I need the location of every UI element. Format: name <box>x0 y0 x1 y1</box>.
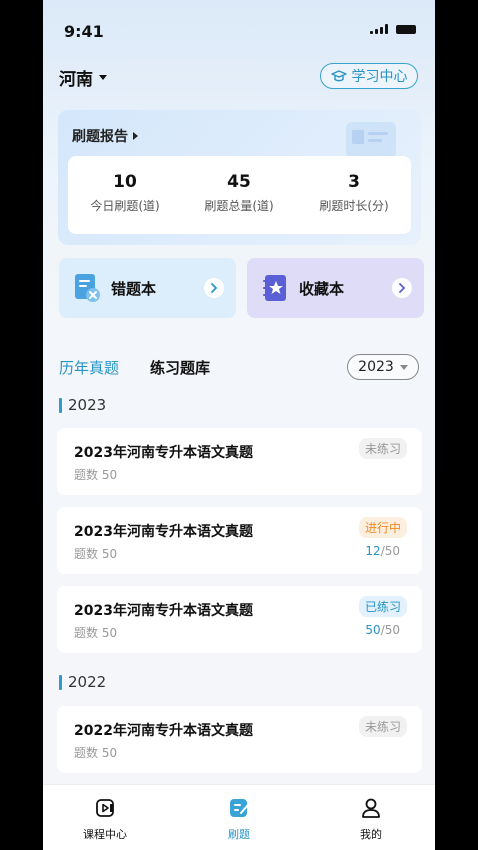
year-select-value: 2023 <box>358 359 394 375</box>
year-marker <box>59 397 62 413</box>
wrong-questions-book-button[interactable]: 错题本 <box>59 258 236 318</box>
chevron-right-icon <box>204 278 224 298</box>
person-icon <box>362 798 380 818</box>
stat-today-label: 今日刷题(道) <box>90 199 160 213</box>
favorites-book-label: 收藏本 <box>299 279 345 298</box>
year-select[interactable]: 2023 <box>347 354 419 380</box>
progress-done: 50 <box>365 623 381 637</box>
progress-total: /50 <box>380 623 400 637</box>
stat-total-value: 45 <box>227 172 251 192</box>
year-group-label: 2023 <box>68 396 107 414</box>
video-icon <box>96 799 114 817</box>
stat-duration: 3 刷题时长(分) <box>297 172 411 214</box>
phone-screen: 9:41 河南 学习中心 刷题报告 10 今日刷题(道) 45 刷题总量(道) … <box>43 0 435 850</box>
year-group-label: 2022 <box>68 673 107 691</box>
tab-practice-bank[interactable]: 练习题库 <box>150 357 210 378</box>
favorites-book-icon <box>263 275 286 301</box>
exam-title: 2022年河南专升本语文真题 <box>74 723 253 739</box>
report-title-label: 刷题报告 <box>72 129 128 145</box>
exam-list-item[interactable]: 2023年河南专升本语文真题 题数 50 进行中 12/50 <box>57 507 422 574</box>
caret-down-icon <box>399 364 408 370</box>
progress-total: /50 <box>380 544 400 558</box>
wrong-book-icon <box>75 274 100 302</box>
edit-note-icon <box>230 799 248 817</box>
exam-question-count: 题数 50 <box>74 468 118 482</box>
exam-list-item[interactable]: 2023年河南专升本语文真题 题数 50 已练习 50/50 <box>57 586 422 653</box>
status-time: 9:41 <box>64 22 104 41</box>
region-label: 河南 <box>59 70 93 90</box>
stat-duration-label: 刷题时长(分) <box>319 199 389 213</box>
exam-progress: 12/50 <box>365 544 400 558</box>
battery-icon <box>396 25 416 34</box>
exam-progress: 50/50 <box>365 623 400 637</box>
stat-today-value: 10 <box>113 172 137 192</box>
status-badge: 未练习 <box>358 438 407 459</box>
favorites-book-button[interactable]: 收藏本 <box>247 258 424 318</box>
progress-done: 12 <box>365 544 381 558</box>
report-card[interactable]: 刷题报告 10 今日刷题(道) 45 刷题总量(道) 3 刷题时长(分) <box>58 110 421 245</box>
learning-center-button[interactable]: 学习中心 <box>320 63 418 89</box>
stat-total: 45 刷题总量(道) <box>182 172 296 214</box>
exam-question-count: 题数 50 <box>74 626 118 640</box>
exam-question-count: 题数 50 <box>74 547 118 561</box>
exam-question-count: 题数 50 <box>74 746 118 760</box>
signal-icon <box>370 24 390 34</box>
stat-total-label: 刷题总量(道) <box>204 199 274 213</box>
exam-title: 2023年河南专升本语文真题 <box>74 445 253 461</box>
year-group-header: 2023 <box>59 396 106 414</box>
graduation-cap-icon <box>330 70 347 82</box>
nav-practice-label: 刷题 <box>228 828 250 841</box>
bottom-navigation: 课程中心 刷题 我的 <box>43 784 435 850</box>
exam-title: 2023年河南专升本语文真题 <box>74 524 253 540</box>
wrong-book-label: 错题本 <box>111 279 157 298</box>
triangle-right-icon <box>133 132 138 140</box>
nav-mine-label: 我的 <box>360 828 382 841</box>
nav-courses[interactable]: 课程中心 <box>65 797 145 842</box>
learning-center-label: 学习中心 <box>351 69 408 85</box>
nav-mine[interactable]: 我的 <box>331 797 411 842</box>
caret-down-icon <box>99 75 107 80</box>
year-marker <box>59 674 62 690</box>
stat-today: 10 今日刷题(道) <box>68 172 182 214</box>
year-group-header: 2022 <box>59 673 106 691</box>
exam-title: 2023年河南专升本语文真题 <box>74 603 253 619</box>
exam-list-item[interactable]: 2023年河南专升本语文真题 题数 50 未练习 <box>57 428 422 495</box>
nav-courses-label: 课程中心 <box>83 828 127 841</box>
chevron-right-icon <box>392 278 412 298</box>
stat-duration-value: 3 <box>348 172 360 192</box>
report-title[interactable]: 刷题报告 <box>72 126 138 146</box>
region-selector[interactable]: 河南 <box>59 65 107 90</box>
tab-past-exams[interactable]: 历年真题 <box>59 357 119 378</box>
status-badge: 进行中 <box>358 517 407 538</box>
status-badge: 未练习 <box>358 716 407 737</box>
exam-list-item[interactable]: 2022年河南专升本语文真题 题数 50 未练习 <box>57 706 422 773</box>
status-badge: 已练习 <box>358 596 407 617</box>
report-stats: 10 今日刷题(道) 45 刷题总量(道) 3 刷题时长(分) <box>68 156 411 234</box>
nav-practice[interactable]: 刷题 <box>199 797 279 842</box>
